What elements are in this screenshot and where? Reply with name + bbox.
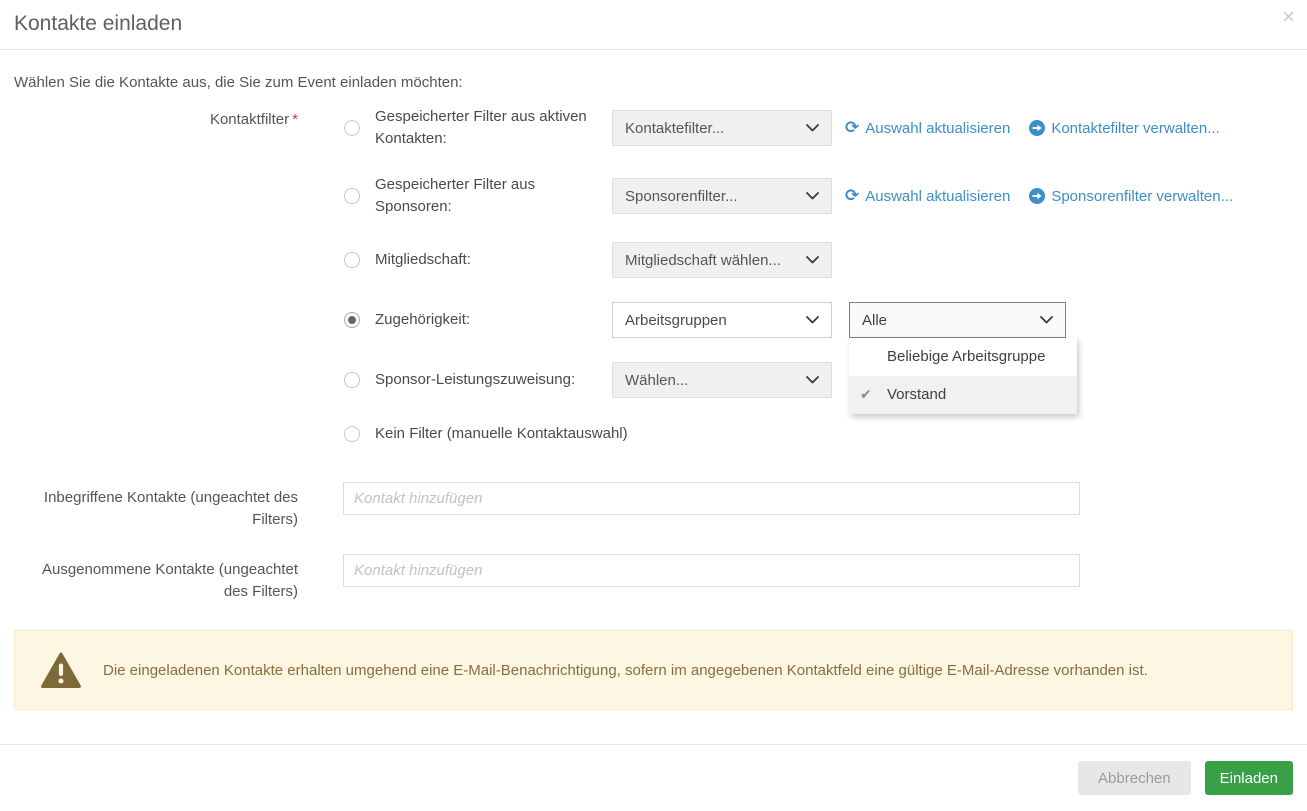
modal-footer: Abbrechen Einladen (0, 744, 1307, 811)
arbeitsgruppe-option-vorstand[interactable]: ✔ Vorstand (849, 376, 1077, 414)
invite-button[interactable]: Einladen (1205, 761, 1293, 795)
refresh-contacts-filter-link[interactable]: ⟳ Auswahl aktualisieren (845, 120, 1010, 137)
included-contacts-row: Inbegriffene Kontakte (ungeachtet des Fi… (14, 482, 1293, 531)
invite-contacts-modal: Kontakte einladen × Wählen Sie die Konta… (0, 0, 1307, 811)
option-label-saved-sponsors: Gespeicherter Filter aus Sponsoren: (375, 174, 597, 218)
excluded-contacts-input[interactable] (343, 554, 1080, 587)
refresh-icon: ⟳ (845, 189, 859, 203)
kontaktfilter-label: Kontaktfilter* (14, 106, 298, 131)
chevron-down-icon (1040, 316, 1053, 324)
arrow-right-circle-icon (1029, 188, 1045, 204)
refresh-icon: ⟳ (845, 121, 859, 135)
refresh-sponsors-filter-link[interactable]: ⟳ Auswahl aktualisieren (845, 188, 1010, 205)
radio-mitgliedschaft[interactable] (344, 252, 360, 268)
chevron-down-icon (806, 256, 819, 264)
option-label-mitgliedschaft: Mitgliedschaft: (375, 249, 597, 271)
mitgliedschaft-select[interactable]: Mitgliedschaft wählen... (612, 242, 832, 278)
warning-triangle-icon (41, 652, 81, 689)
filter-row-zugehoerigkeit: Zugehörigkeit: Arbeitsgruppen Alle Belie… (14, 302, 1293, 338)
arbeitsgruppe-option-beliebige[interactable]: Beliebige Arbeitsgruppe (849, 338, 1077, 376)
page-title: Kontakte einladen (14, 12, 1291, 36)
warning-message: Die eingeladenen Kontakte erhalten umgeh… (103, 660, 1148, 681)
warning-banner: Die eingeladenen Kontakte erhalten umgeh… (14, 630, 1293, 710)
zugehoerigkeit-value-select-wrap: Alle Beliebige Arbeitsgruppe ✔ Vorstand (849, 302, 1066, 338)
chevron-down-icon (806, 376, 819, 384)
option-label-zugehoerigkeit: Zugehörigkeit: (375, 309, 597, 331)
filter-row-saved-sponsors: Gespeicherter Filter aus Sponsoren: Spon… (14, 174, 1293, 218)
chevron-down-icon (806, 124, 819, 132)
included-contacts-label: Inbegriffene Kontakte (ungeachtet des Fi… (14, 482, 298, 531)
kontaktefilter-select[interactable]: Kontaktefilter... (612, 110, 832, 146)
filter-row-saved-contacts: Kontaktfilter* Gespeicherter Filter aus … (14, 106, 1293, 150)
required-mark: * (292, 111, 298, 128)
zugehoerigkeit-value-select[interactable]: Alle (849, 302, 1066, 338)
filter-row-kein-filter: Kein Filter (manuelle Kontaktauswahl) (14, 422, 1293, 446)
excluded-contacts-row: Ausgenommene Kontakte (ungeachtet des Fi… (14, 554, 1293, 603)
filter-row-sponsor-leistung: Sponsor-Leistungszuweisung: Wählen... (14, 362, 1293, 398)
option-label-sponsor-leistung: Sponsor-Leistungszuweisung: (375, 369, 597, 391)
manage-contacts-filter-link[interactable]: Kontaktefilter verwalten... (1029, 120, 1219, 137)
links-saved-contacts: ⟳ Auswahl aktualisieren Kontaktefilter v… (845, 120, 1220, 137)
arrow-right-circle-icon (1029, 120, 1045, 136)
check-icon: ✔ (860, 385, 872, 405)
links-saved-sponsors: ⟳ Auswahl aktualisieren Sponsorenfilter … (845, 188, 1233, 205)
modal-body: Wählen Sie die Kontakte aus, die Sie zum… (0, 50, 1307, 710)
close-icon[interactable]: × (1282, 4, 1295, 30)
modal-header: Kontakte einladen × (0, 0, 1307, 50)
chevron-down-icon (806, 192, 819, 200)
radio-saved-filter-sponsors[interactable] (344, 188, 360, 204)
sponsorenfilter-select[interactable]: Sponsorenfilter... (612, 178, 832, 214)
radio-saved-filter-contacts[interactable] (344, 120, 360, 136)
sponsor-leistung-select[interactable]: Wählen... (612, 362, 832, 398)
chevron-down-icon (806, 316, 819, 324)
option-label-saved-contacts: Gespeicherter Filter aus aktiven Kontakt… (375, 106, 597, 150)
included-contacts-input[interactable] (343, 482, 1080, 515)
radio-kein-filter[interactable] (344, 426, 360, 442)
manage-sponsors-filter-link[interactable]: Sponsorenfilter verwalten... (1029, 188, 1233, 205)
zugehoerigkeit-type-select[interactable]: Arbeitsgruppen (612, 302, 832, 338)
radio-zugehoerigkeit[interactable] (344, 312, 360, 328)
option-label-kein-filter: Kein Filter (manuelle Kontaktauswahl) (375, 423, 628, 445)
intro-text: Wählen Sie die Kontakte aus, die Sie zum… (14, 72, 1293, 94)
cancel-button[interactable]: Abbrechen (1078, 761, 1191, 795)
filter-row-mitgliedschaft: Mitgliedschaft: Mitgliedschaft wählen... (14, 242, 1293, 278)
radio-sponsor-leistung[interactable] (344, 372, 360, 388)
arbeitsgruppe-dropdown-menu: Beliebige Arbeitsgruppe ✔ Vorstand (849, 338, 1077, 414)
excluded-contacts-label: Ausgenommene Kontakte (ungeachtet des Fi… (14, 554, 298, 603)
